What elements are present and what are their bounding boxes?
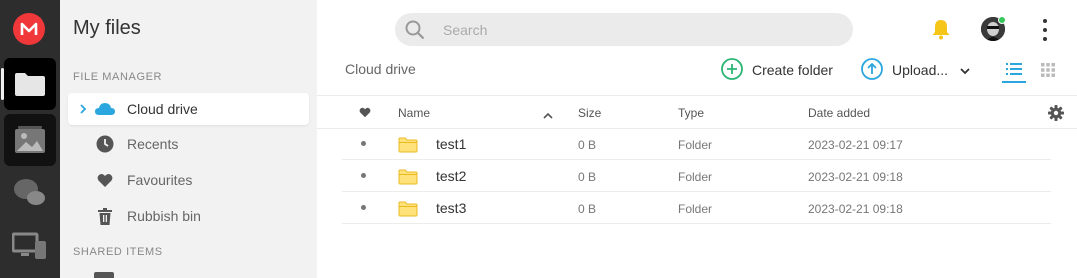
heart-icon (94, 173, 116, 188)
rail-cloud-drive-button[interactable] (1, 58, 56, 110)
sidebar-item-recents[interactable]: Recents (68, 128, 309, 160)
plus-circle-icon (721, 57, 743, 83)
more-options-icon[interactable] (1040, 19, 1050, 41)
file-name[interactable]: test2 (436, 168, 466, 184)
rail-photos-button[interactable] (4, 114, 56, 166)
mega-logo[interactable] (13, 13, 45, 45)
row-dot (361, 141, 366, 146)
search-bar[interactable]: Search (395, 13, 853, 46)
sidebar-item-rubbish-bin[interactable]: Rubbish bin (68, 200, 309, 232)
sidebar-title: My files (73, 17, 141, 39)
list-view-toggle[interactable] (1002, 57, 1026, 83)
file-type: Folder (678, 170, 713, 184)
sidebar: My files FILE MANAGER Cloud drive Recent… (60, 0, 317, 278)
file-size: 0 B (578, 202, 597, 216)
sidebar-item-label: Cloud drive (127, 101, 198, 117)
file-size: 0 B (578, 138, 597, 152)
grid-view-icon (1041, 63, 1055, 77)
breadcrumb[interactable]: Cloud drive (345, 61, 416, 77)
folder-icon (398, 169, 418, 188)
grid-view-toggle[interactable] (1041, 63, 1055, 82)
sidebar-item-label: Rubbish bin (127, 208, 201, 224)
file-type: Folder (678, 202, 713, 216)
column-settings-gear-icon[interactable] (1048, 105, 1064, 124)
list-view-icon (1006, 63, 1022, 75)
folder-icon (398, 201, 418, 220)
file-date-added: 2023-02-21 09:17 (808, 138, 903, 152)
file-date-added: 2023-02-21 09:18 (808, 202, 903, 216)
sidebar-item-label: Recents (127, 136, 179, 152)
shared-item-icon (94, 272, 114, 278)
upload-icon (861, 57, 883, 83)
sidebar-item-favourites[interactable]: Favourites (68, 164, 309, 196)
cloud-icon (94, 102, 116, 116)
trash-icon (94, 207, 116, 225)
file-size: 0 B (578, 170, 597, 184)
chevron-down-icon[interactable] (960, 62, 970, 78)
sort-ascending-icon[interactable] (543, 108, 553, 122)
file-type: Folder (678, 138, 713, 152)
sidebar-item-label: Favourites (127, 172, 193, 188)
column-header-name[interactable]: Name (398, 106, 430, 120)
create-folder-label: Create folder (752, 62, 833, 78)
upload-button[interactable]: Upload... (861, 57, 970, 83)
chevron-right-icon[interactable] (76, 104, 90, 114)
column-header-size[interactable]: Size (578, 106, 601, 120)
bell-icon[interactable] (930, 18, 952, 45)
file-name[interactable]: test1 (436, 136, 466, 152)
row-dot (361, 205, 366, 210)
folder-icon (398, 137, 418, 156)
table-row[interactable]: test3 0 B Folder 2023-02-21 09:18 (342, 192, 1051, 224)
row-dot (361, 173, 366, 178)
file-name[interactable]: test3 (436, 200, 466, 216)
rail-chat-button[interactable] (4, 166, 56, 218)
app-rail (0, 0, 60, 278)
rail-devices-button[interactable] (4, 220, 56, 272)
file-date-added: 2023-02-21 09:18 (808, 170, 903, 184)
search-icon (404, 20, 426, 40)
table-row[interactable]: test2 0 B Folder 2023-02-21 09:18 (342, 160, 1051, 192)
online-status-dot (998, 16, 1006, 24)
devices-icon (12, 232, 46, 259)
column-header-date-added[interactable]: Date added (808, 106, 870, 120)
shared-items-section-label: SHARED ITEMS (73, 246, 163, 258)
upload-label: Upload... (892, 62, 949, 78)
image-icon (15, 126, 45, 153)
column-header-type[interactable]: Type (678, 106, 704, 120)
folder-icon (15, 73, 45, 96)
favourite-column-heart-icon[interactable] (359, 107, 371, 121)
mega-logo-mark (20, 22, 38, 35)
chat-icon (14, 179, 45, 205)
sidebar-item-cloud-drive[interactable]: Cloud drive (68, 93, 309, 125)
clock-icon (94, 135, 116, 153)
table-header: Name Size Type Date added (317, 95, 1077, 129)
table-row[interactable]: test1 0 B Folder 2023-02-21 09:17 (342, 128, 1051, 160)
file-manager-section-label: FILE MANAGER (73, 71, 163, 83)
create-folder-button[interactable]: Create folder (721, 57, 833, 83)
search-placeholder[interactable]: Search (443, 22, 487, 38)
